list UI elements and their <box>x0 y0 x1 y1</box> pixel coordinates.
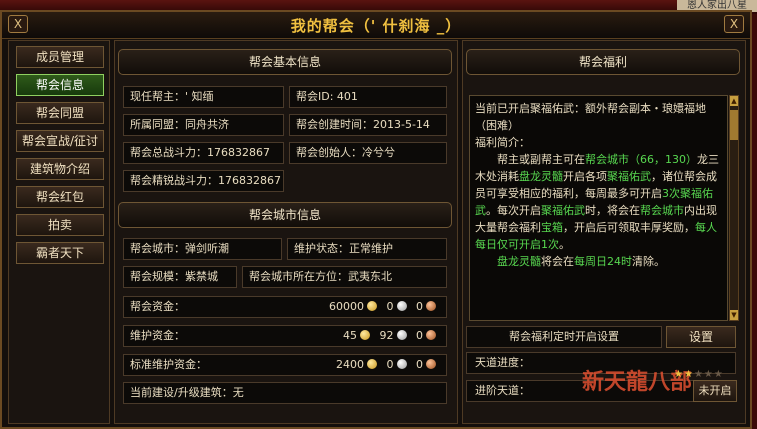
direction-field: 帮会城市所在方位：武夷东北 <box>242 266 447 288</box>
maint-label: 维护资金： <box>130 329 185 342</box>
welfare-text-part: 开启各项 <box>563 170 607 183</box>
welfare-text-part: 将会在 <box>541 255 574 268</box>
settings-button[interactable]: 设置 <box>666 326 736 348</box>
welfare-highlight: 盘龙灵髓 <box>497 255 541 268</box>
maint-copper: 0 <box>416 329 423 342</box>
sidebar-item-buildings[interactable]: 建筑物介绍 <box>16 158 104 180</box>
scroll-thumb[interactable] <box>730 110 738 140</box>
gold-coin-icon <box>367 301 377 311</box>
welfare-header: 帮会福利 <box>466 49 740 75</box>
maint-status-field: 维护状态：正常维护 <box>287 238 447 260</box>
welfare-note: 盘龙灵髓将会在每周日24时清除。 <box>475 253 722 270</box>
std-copper: 0 <box>416 358 423 371</box>
created-field: 帮会创建时间：2013-5-14 <box>289 114 447 136</box>
leader-field: 现任帮主：' 知缅 <box>123 86 284 108</box>
maint-gold: 45 <box>343 329 357 342</box>
copper-coin-icon <box>426 359 436 369</box>
welfare-text-part: ，开启后可领取丰厚奖励， <box>563 221 695 234</box>
progress-stars: ★★★★★ <box>674 369 724 380</box>
welfare-highlight: 每周日24时 <box>574 255 632 268</box>
scale-field: 帮会规模：紫禁城 <box>123 266 237 288</box>
welfare-text-part: 。每次开启 <box>486 204 541 217</box>
maint-funds-row: 维护资金： 45 92 0 <box>123 325 447 347</box>
welfare-scrollbar[interactable]: ▲ ▼ <box>729 95 739 321</box>
silver-coin-icon <box>396 359 407 369</box>
funds-label: 帮会资金： <box>130 300 185 313</box>
sidebar-item-hegemony[interactable]: 霸者天下 <box>16 242 104 264</box>
close-icon[interactable]: X <box>724 15 744 33</box>
title-bar: X 我的帮会（' 什刹海 _） X <box>2 12 750 39</box>
std-gold: 2400 <box>336 358 364 371</box>
welfare-highlight: 聚福佑武 <box>607 170 651 183</box>
scroll-up-icon[interactable]: ▲ <box>730 96 738 106</box>
sidebar-item-guild-info[interactable]: 帮会信息 <box>16 74 104 96</box>
std-label: 标准维护资金： <box>130 358 207 371</box>
sidebar-item-auction[interactable]: 拍卖 <box>16 214 104 236</box>
sidebar-item-war[interactable]: 帮会宣战/征讨 <box>16 130 104 152</box>
welfare-timer-label: 帮会福利定时开启设置 <box>466 326 662 348</box>
welfare-highlight: 宝箱 <box>541 221 563 234</box>
window-title: 我的帮会（' 什刹海 _） <box>290 17 462 35</box>
silver-coin-icon <box>396 301 407 311</box>
city-field: 帮会城市：弹剑听潮 <box>123 238 282 260</box>
welfare-line1: 当前已开启聚福佑武：额外帮会副本・琅嬛福地（困难） <box>475 102 706 132</box>
gold-coin-icon <box>360 330 370 340</box>
copper-coin-icon <box>426 301 436 311</box>
alliance-field: 所属同盟：同舟共济 <box>123 114 284 136</box>
basic-info-header: 帮会基本信息 <box>118 49 452 75</box>
welfare-text: 当前已开启聚福佑武：额外帮会副本・琅嬛福地（困难） 福利简介： 帮主或副帮主可在… <box>469 95 728 321</box>
welfare-highlight: 帮会城市 <box>640 204 684 217</box>
copper-coin-icon <box>426 330 436 340</box>
guild-id-field: 帮会ID: 401 <box>289 86 447 108</box>
welfare-text-part: 。 <box>559 238 570 251</box>
funds-silver: 0 <box>386 300 394 313</box>
building-row: 当前建设/升级建筑：无 <box>123 382 447 404</box>
welfare-text-part: 帮主或副帮主可在 <box>497 153 585 166</box>
total-power-field: 帮会总战斗力：176832867 <box>123 142 284 164</box>
welfare-text-part: 时，将会在 <box>585 204 640 217</box>
welfare-text-part: 清除。 <box>632 255 665 268</box>
welfare-highlight: 帮会城市（66，130） <box>585 153 697 166</box>
welfare-intro: 福利简介： <box>475 136 530 149</box>
sidebar-item-red-packet[interactable]: 帮会红包 <box>16 186 104 208</box>
welfare-highlight: 聚福佑武 <box>541 204 585 217</box>
funds-copper: 0 <box>416 300 423 313</box>
welfare-body: 帮主或副帮主可在帮会城市（66，130）龙三木处消耗盘龙灵髓开启各项聚福佑武，诸… <box>475 151 722 253</box>
funds-row: 帮会资金： 60000 0 0 <box>123 296 447 318</box>
gold-coin-icon <box>367 359 377 369</box>
silver-coin-icon <box>396 330 407 340</box>
std-silver: 0 <box>386 358 394 371</box>
sidebar-item-members[interactable]: 成员管理 <box>16 46 104 68</box>
elite-power-field: 帮会精锐战斗力：176832867 <box>123 170 284 192</box>
sidebar-item-alliance[interactable]: 帮会同盟 <box>16 102 104 124</box>
city-info-header: 帮会城市信息 <box>118 202 452 228</box>
welfare-highlight: 盘龙灵髓 <box>519 170 563 183</box>
std-funds-row: 标准维护资金： 2400 0 0 <box>123 354 447 376</box>
founder-field: 帮会创始人：冷兮兮 <box>289 142 447 164</box>
not-open-badge: 未开启 <box>693 380 737 402</box>
maint-silver: 92 <box>379 329 394 342</box>
guild-window: X 我的帮会（' 什刹海 _） X 成员管理 帮会信息 帮会同盟 帮会宣战/征讨… <box>0 10 752 429</box>
funds-gold: 60000 <box>329 300 364 313</box>
scroll-down-icon[interactable]: ▼ <box>730 310 738 320</box>
